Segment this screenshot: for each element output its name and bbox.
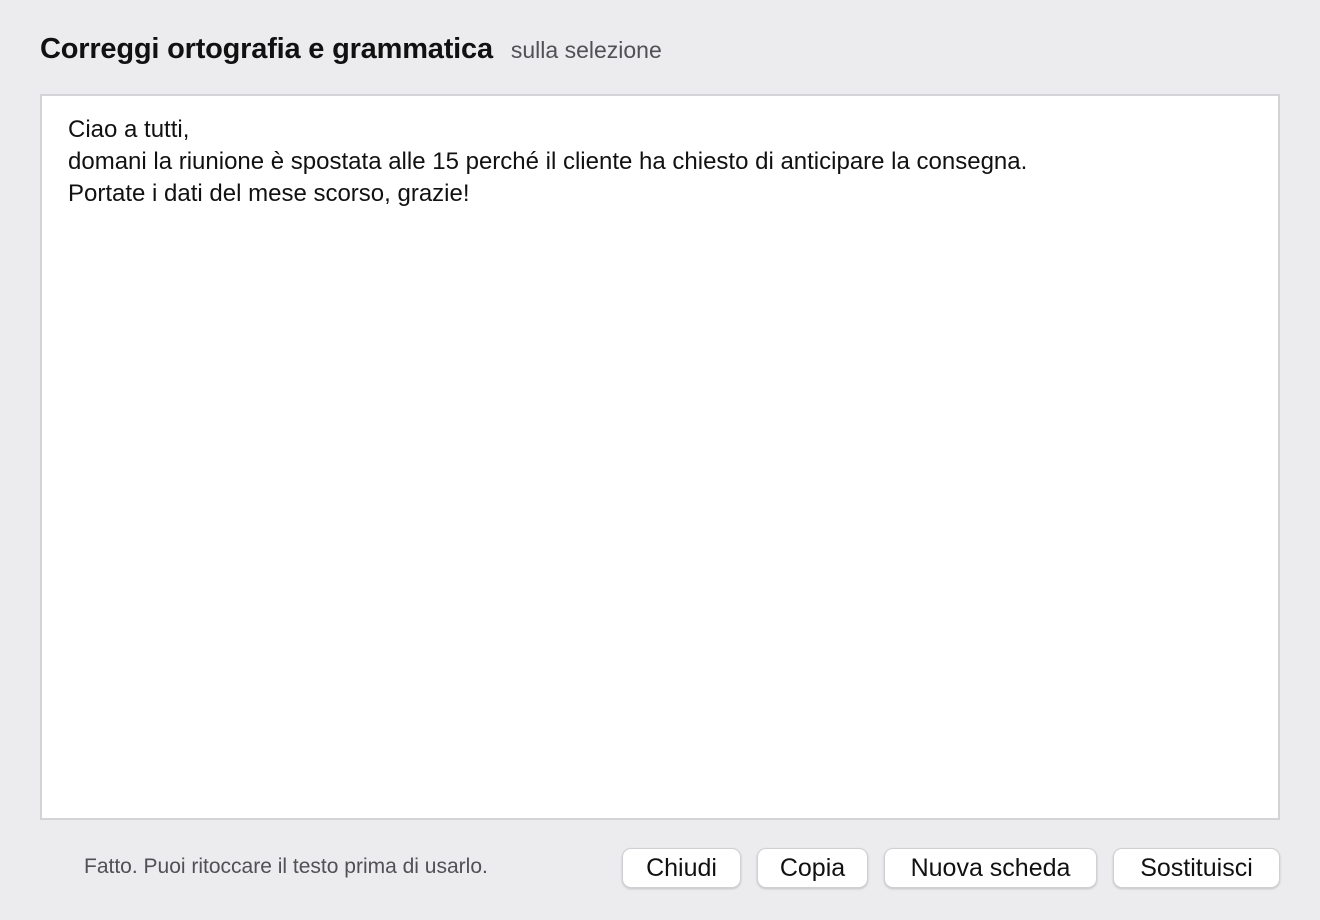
editor-line: domani la riunione è spostata alle 15 pe…	[68, 148, 1028, 175]
dialog-footer: Fatto. Puoi ritoccare il testo prima di …	[40, 846, 1280, 890]
editor-line: Portate i dati del mese scorso, grazie!	[68, 180, 470, 207]
result-text-editor[interactable]: Ciao a tutti, domani la riunione è spost…	[40, 94, 1280, 820]
action-buttons: Chiudi Copia Nuova scheda Sostituisci	[622, 848, 1280, 888]
replace-button[interactable]: Sostituisci	[1113, 848, 1280, 888]
close-button[interactable]: Chiudi	[622, 848, 741, 888]
status-message: Fatto. Puoi ritoccare il testo prima di …	[84, 855, 488, 878]
copy-button[interactable]: Copia	[757, 848, 868, 888]
dialog-title: Correggi ortografia e grammatica	[40, 33, 493, 65]
dialog-header: Correggi ortografia e grammatica sulla s…	[40, 33, 662, 66]
dialog-subtitle: sulla selezione	[510, 37, 662, 63]
new-tab-button[interactable]: Nuova scheda	[884, 848, 1097, 888]
editor-line: Ciao a tutti,	[68, 116, 190, 143]
